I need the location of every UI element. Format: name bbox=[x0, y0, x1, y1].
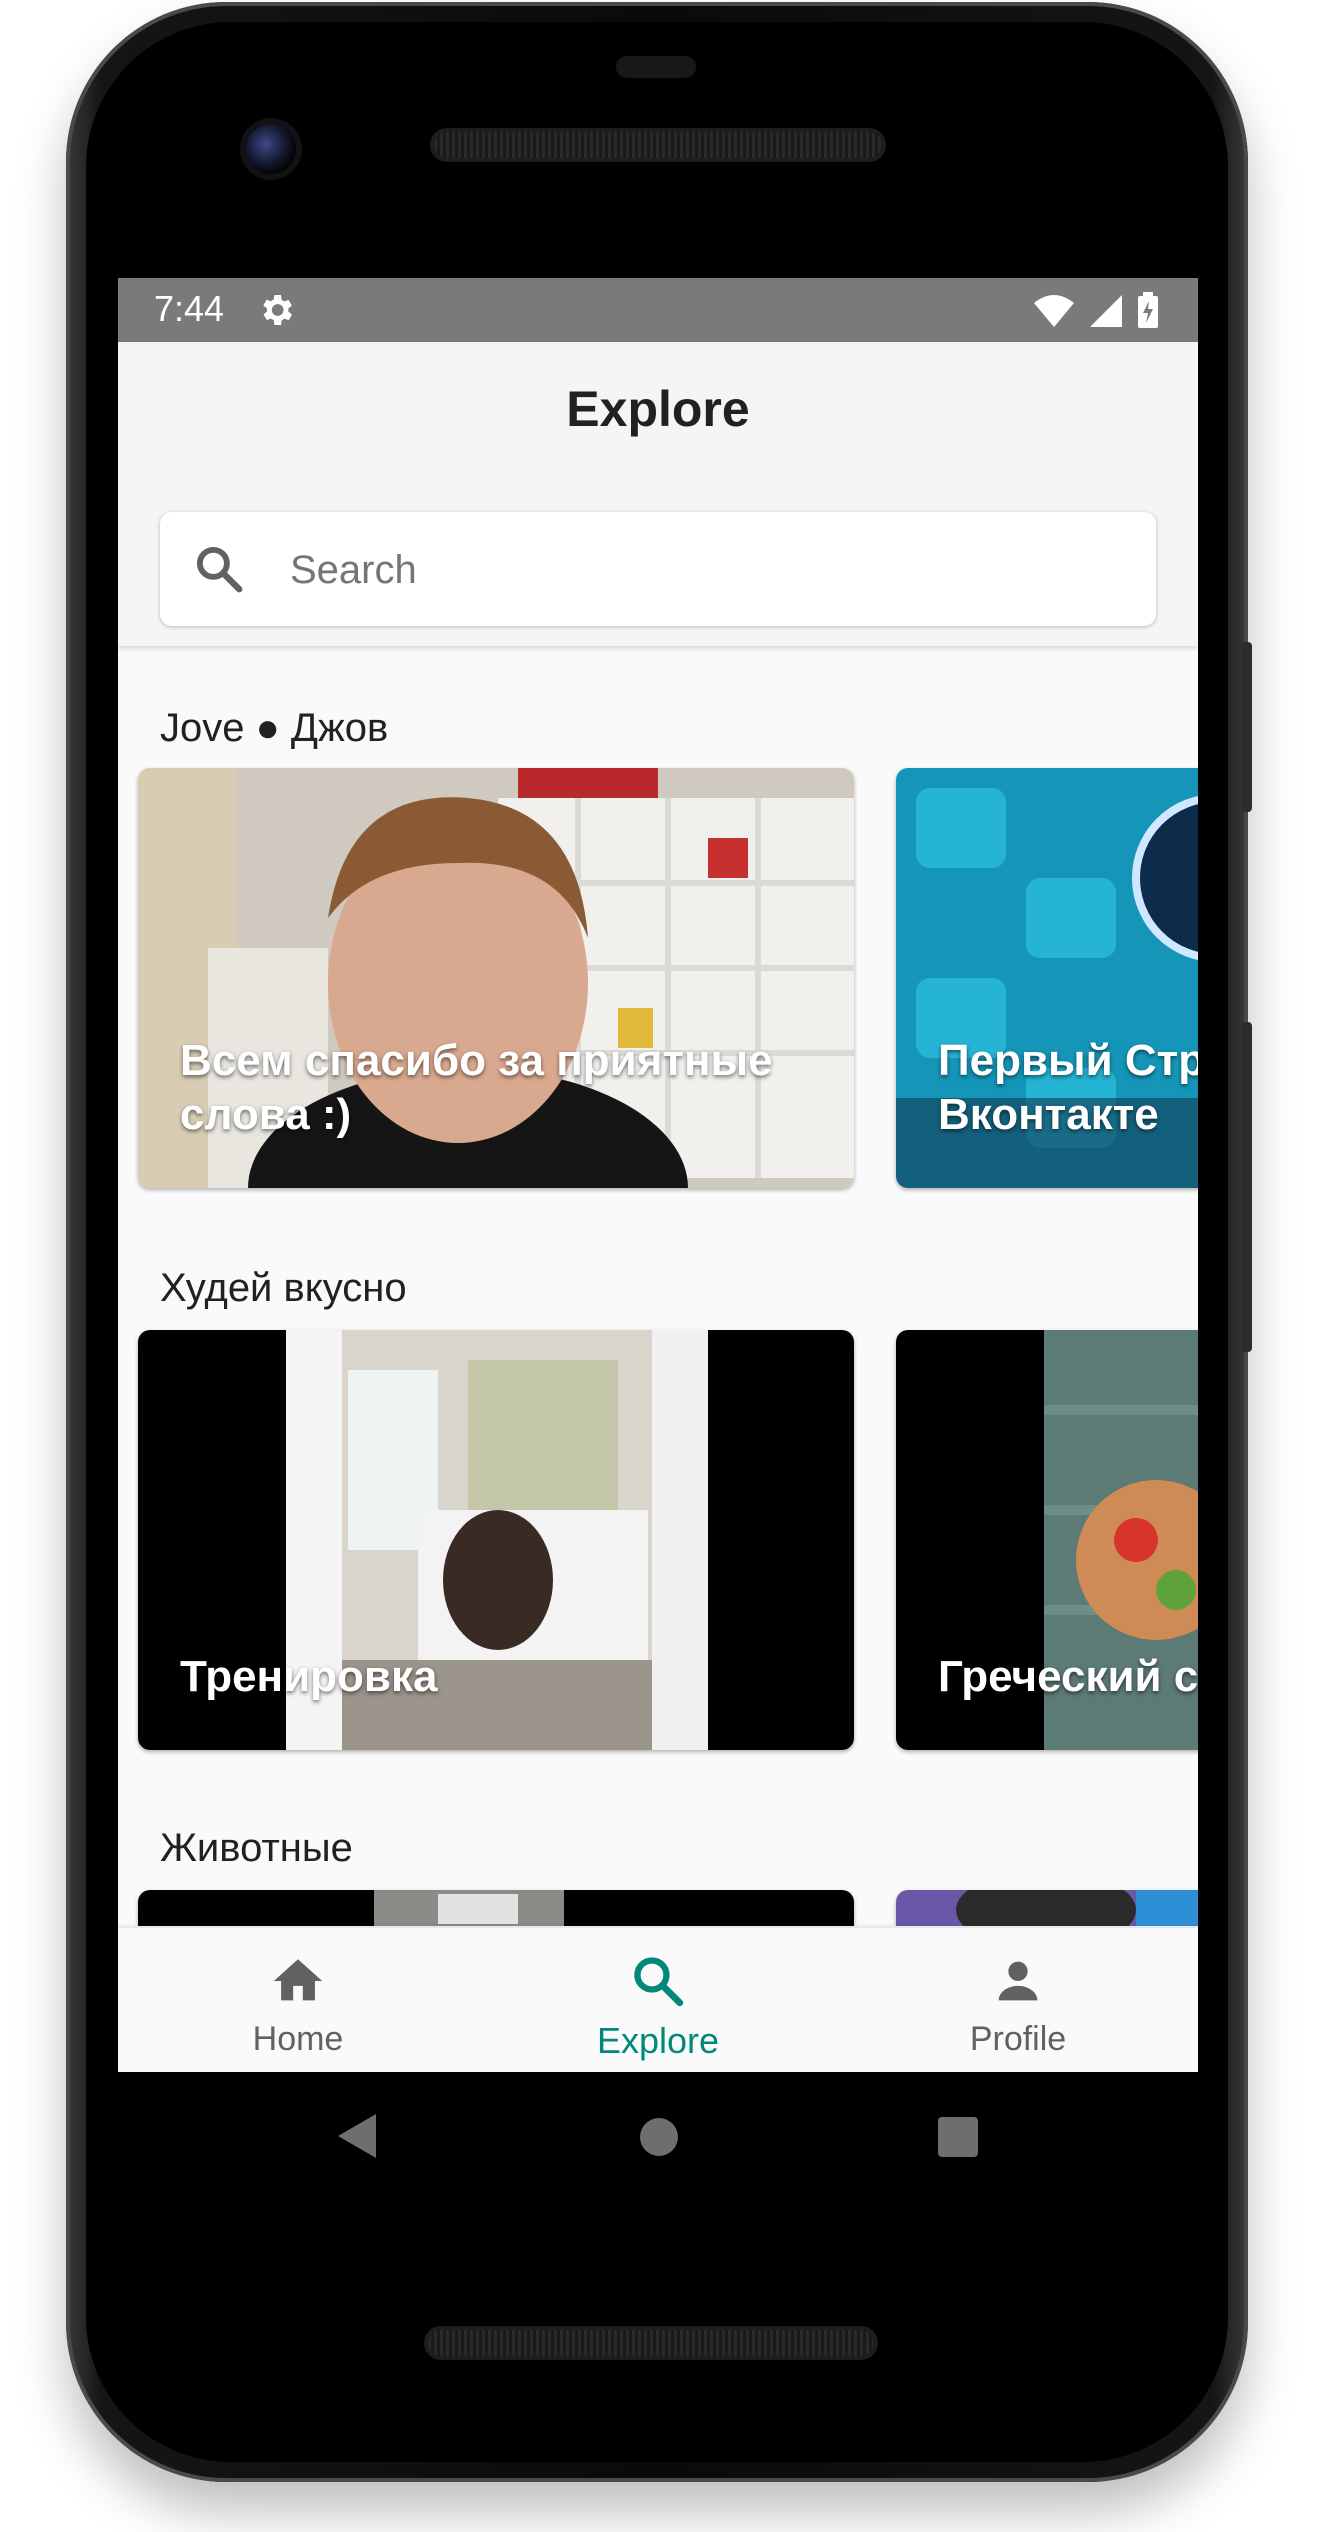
page-title: Explore bbox=[566, 381, 750, 437]
video-card[interactable] bbox=[896, 1890, 1198, 1926]
video-card-title: Тренировка bbox=[180, 1652, 438, 1701]
video-card-title: Всем спасибо за приятные слова :) bbox=[180, 1036, 773, 1139]
section-title-jove: Jove ● Джов bbox=[160, 706, 389, 750]
app-screen: 7:44 Explore Search Jove ● Джов Всем спа… bbox=[118, 278, 1198, 2072]
system-back-button[interactable] bbox=[338, 2114, 376, 2158]
bottom-navigation: Home Explore Profile bbox=[118, 1928, 1198, 2072]
section-title-hudey: Худей вкусно bbox=[160, 1266, 407, 1310]
status-bar: 7:44 bbox=[118, 278, 1198, 342]
person-icon bbox=[998, 1961, 1038, 2001]
video-thumbnail bbox=[896, 1890, 1198, 1926]
volume-rocker bbox=[1242, 1022, 1252, 1352]
system-home-button[interactable] bbox=[640, 2118, 678, 2156]
power-button bbox=[1242, 642, 1252, 812]
search-icon bbox=[634, 1957, 684, 2007]
system-recents-button[interactable] bbox=[938, 2117, 978, 2157]
section-title-zhivotnye: Животные bbox=[160, 1826, 353, 1870]
nav-item-profile[interactable]: Profile bbox=[838, 1928, 1198, 2072]
earpiece-speaker bbox=[434, 132, 882, 158]
app-bar: Explore bbox=[118, 342, 1198, 646]
video-card[interactable] bbox=[138, 1890, 854, 1926]
video-thumbnail bbox=[138, 1890, 854, 1926]
explore-feed[interactable]: Jove ● Джов Всем спасибо за приятные сло… bbox=[118, 646, 1198, 1926]
home-icon bbox=[273, 1959, 323, 2001]
wifi-icon bbox=[1034, 295, 1074, 327]
sensor-slot bbox=[616, 56, 696, 78]
cell-signal-icon bbox=[1090, 295, 1122, 327]
nav-label-profile: Profile bbox=[969, 2020, 1067, 2058]
video-card-title: Греческий с bbox=[938, 1652, 1198, 1701]
video-card[interactable]: Первый Стр Вконтакте bbox=[896, 768, 1198, 1188]
bottom-speaker bbox=[428, 2330, 874, 2356]
battery-charging-icon bbox=[1138, 292, 1158, 328]
video-card-title: Первый Стр Вконтакте bbox=[938, 1036, 1198, 1139]
nav-label-explore: Explore bbox=[596, 2020, 720, 2061]
status-time: 7:44 bbox=[154, 288, 225, 329]
search-box[interactable] bbox=[160, 512, 1156, 628]
settings-gear-icon bbox=[263, 295, 292, 325]
search-input[interactable] bbox=[288, 512, 1132, 628]
front-camera bbox=[246, 124, 296, 174]
video-card[interactable]: Всем спасибо за приятные слова :) bbox=[138, 768, 854, 1188]
nav-label-home: Home bbox=[252, 2020, 344, 2058]
video-card[interactable]: Тренировка bbox=[138, 1330, 854, 1750]
nav-item-explore[interactable]: Explore bbox=[478, 1928, 838, 2072]
search-icon bbox=[196, 546, 243, 593]
video-card[interactable]: Греческий с bbox=[896, 1330, 1198, 1750]
nav-item-home[interactable]: Home bbox=[118, 1928, 478, 2072]
